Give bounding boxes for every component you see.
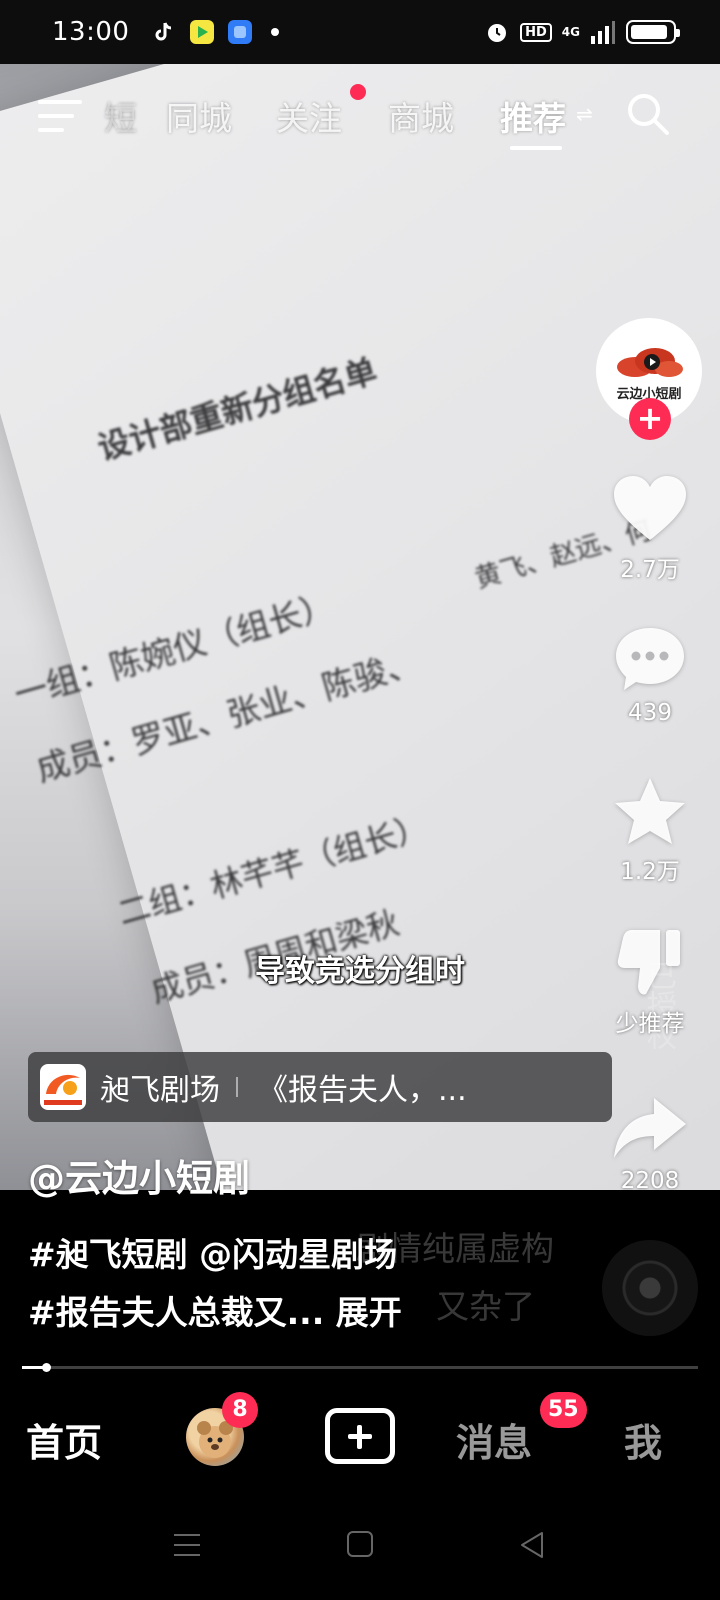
source-separator [236, 1077, 238, 1097]
favorite-button[interactable]: 1.2万 [596, 776, 704, 886]
hashtags-line-1[interactable]: #昶飞短剧 @闪动星剧场 [28, 1226, 402, 1284]
source-title: 《报告夫人，... [258, 1073, 467, 1108]
nav-me[interactable]: 我 [624, 1412, 662, 1467]
alarm-icon [488, 24, 507, 42]
hd-badge: HD [520, 22, 552, 42]
blue-app-icon [228, 20, 253, 44]
status-bar: 13:00 HD 4G [0, 0, 720, 64]
create-button[interactable] [325, 1408, 395, 1464]
nav-home[interactable]: 首页 [26, 1412, 102, 1467]
status-time: 13:00 [52, 17, 130, 47]
progress-knob[interactable] [41, 1363, 51, 1372]
star-icon [615, 778, 685, 844]
notification-dot [271, 28, 280, 36]
author-handle[interactable]: @云边小短剧 [28, 1148, 250, 1202]
comment-icon [616, 628, 684, 690]
video-app-icon [190, 20, 215, 44]
comment-button[interactable]: 439 [596, 624, 704, 726]
friends-badge: 8 [222, 1392, 258, 1428]
back-triangle-icon[interactable] [518, 1530, 546, 1560]
battery-icon [626, 20, 680, 44]
follow-button[interactable]: + [629, 398, 671, 440]
video-progress-bar[interactable] [22, 1363, 698, 1372]
network-type: 4G [561, 25, 580, 39]
source-logo [40, 1064, 86, 1110]
swap-arrows-icon[interactable]: ⇌ [576, 102, 593, 126]
comment-count: 439 [628, 700, 672, 726]
share-button[interactable]: 2208 [596, 1096, 704, 1194]
status-indicators: HD 4G [484, 19, 680, 45]
favorite-count: 1.2万 [620, 859, 680, 885]
drama-source-bar[interactable]: 昶飞剧场 《报告夫人，... [28, 1052, 612, 1122]
tiktok-icon [155, 22, 172, 41]
share-arrow-icon [614, 1098, 686, 1158]
search-icon[interactable] [624, 90, 672, 138]
music-disc[interactable] [602, 1240, 698, 1336]
source-name: 昶飞剧场 [100, 1073, 220, 1108]
tab-mall[interactable]: 商城 [388, 92, 454, 140]
tab-recommend[interactable]: 推荐 [500, 92, 566, 140]
status-app-icons [151, 19, 280, 45]
tab-nearby[interactable]: 同城 [166, 92, 232, 140]
recents-menu-icon[interactable] [172, 1530, 202, 1560]
hashtags[interactable]: #昶飞短剧 @闪动星剧场 #报告夫人总裁又... 展开 [28, 1226, 402, 1342]
like-button[interactable]: 2.7万 [596, 474, 704, 584]
system-nav-bar [0, 1500, 720, 1600]
bottom-nav: 首页 8 消息 55 我 [0, 1390, 720, 1490]
menu-icon[interactable] [38, 96, 84, 136]
active-tab-indicator [510, 146, 562, 150]
tab-following[interactable]: 关注 [276, 92, 342, 140]
messages-badge: 55 [540, 1392, 587, 1428]
signal-icon [591, 21, 615, 44]
hashtags-line-2[interactable]: #报告夫人总裁又... 展开 [28, 1284, 402, 1342]
like-count: 2.7万 [620, 557, 680, 583]
home-square-icon[interactable] [346, 1530, 374, 1558]
nav-messages[interactable]: 消息 [456, 1412, 532, 1467]
top-nav: 短 同城 关注 商城 推荐 ⇌ [0, 84, 720, 154]
tab-short[interactable]: 短 [104, 92, 137, 140]
share-count: 2208 [620, 1168, 680, 1194]
authorized-watermark: 已授权 [641, 960, 676, 1050]
source-logo-icon [44, 1074, 82, 1105]
heart-icon [614, 476, 686, 540]
following-notification-dot [350, 84, 366, 100]
battery-level [631, 25, 667, 39]
cloud-logo-icon [617, 348, 683, 377]
